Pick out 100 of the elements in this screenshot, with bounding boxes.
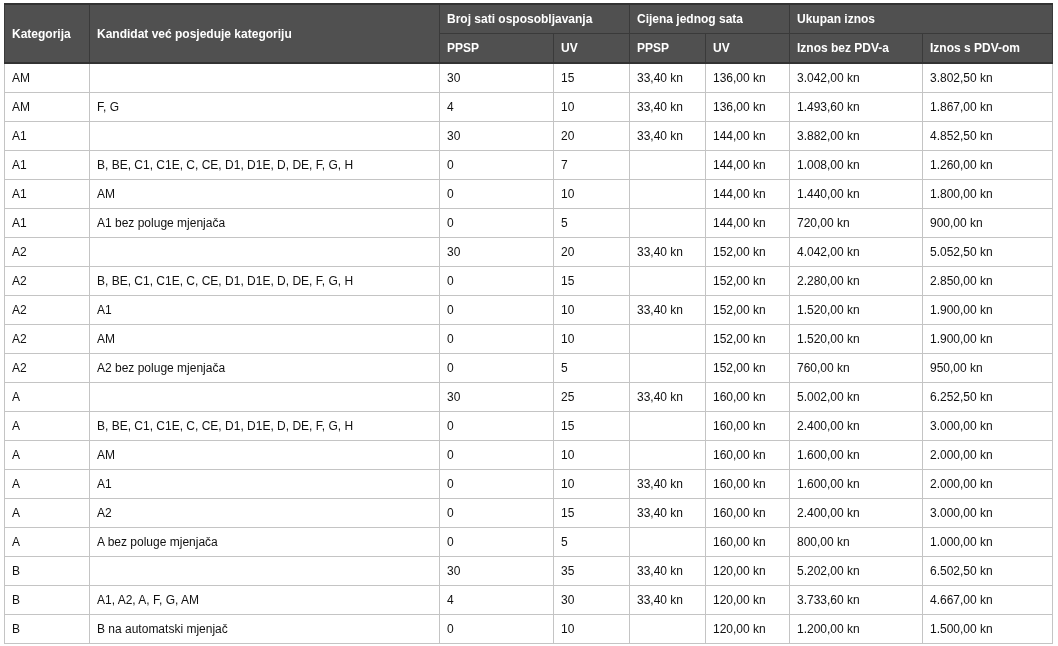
table-cell: 2.000,00 kn (922, 469, 1053, 499)
table-cell: 33,40 kn (629, 498, 706, 528)
table-cell: 33,40 kn (629, 585, 706, 615)
table-cell: 144,00 kn (705, 121, 790, 151)
table-cell: 10 (553, 440, 630, 470)
table-cell: 4.852,50 kn (922, 121, 1053, 151)
column-header: UV (553, 33, 630, 63)
table-cell: A (4, 498, 90, 528)
table-cell: 0 (439, 469, 554, 499)
table-cell: 4.042,00 kn (789, 237, 923, 267)
table-cell: B, BE, C1, C1E, C, CE, D1, D1E, D, DE, F, G, H (89, 411, 440, 441)
table-cell: 5 (553, 208, 630, 238)
table-cell: 1.500,00 kn (922, 614, 1053, 644)
table-cell: 1.900,00 kn (922, 324, 1053, 354)
table-cell: A1 bez poluge mjenjača (89, 208, 440, 238)
table-cell: 0 (439, 440, 554, 470)
table-cell: AM (4, 63, 90, 93)
table-cell: 2.850,00 kn (922, 266, 1053, 296)
table-cell: 1.260,00 kn (922, 150, 1053, 180)
table-cell: 10 (553, 614, 630, 644)
table-cell: 0 (439, 266, 554, 296)
table-cell: 3.000,00 kn (922, 411, 1053, 441)
column-header: PPSP (629, 33, 706, 63)
column-header: Iznos s PDV-om (922, 33, 1053, 63)
table-cell: A (4, 382, 90, 412)
table-cell: 5 (553, 353, 630, 383)
table-cell: 120,00 kn (705, 585, 790, 615)
table-cell: 144,00 kn (705, 150, 790, 180)
table-cell: 1.520,00 kn (789, 324, 923, 354)
table-cell: 120,00 kn (705, 556, 790, 586)
table-cell: B (4, 614, 90, 644)
table-cell: 5 (553, 527, 630, 557)
table-cell: A2 (4, 237, 90, 267)
table-cell: 136,00 kn (705, 63, 790, 93)
table-cell: 20 (553, 121, 630, 151)
table-cell: 0 (439, 527, 554, 557)
table-cell: A (4, 411, 90, 441)
table-cell: 160,00 kn (705, 469, 790, 499)
table-cell: 35 (553, 556, 630, 586)
table-cell: 1.600,00 kn (789, 469, 923, 499)
table-cell: A1 (4, 208, 90, 238)
table-cell: 800,00 kn (789, 527, 923, 557)
table-cell: 1.800,00 kn (922, 179, 1053, 209)
table-cell: 33,40 kn (629, 382, 706, 412)
table-cell: 30 (439, 121, 554, 151)
table-cell: 30 (439, 237, 554, 267)
table-cell: 160,00 kn (705, 498, 790, 528)
table-cell: 5.202,00 kn (789, 556, 923, 586)
table-cell: 6.502,50 kn (922, 556, 1053, 586)
table-cell: 120,00 kn (705, 614, 790, 644)
table-cell: 0 (439, 614, 554, 644)
table-cell: 10 (553, 469, 630, 499)
table-cell: A (4, 469, 90, 499)
table-cell: A2 (4, 353, 90, 383)
table-cell: 3.802,50 kn (922, 63, 1053, 93)
table-cell: 3.733,60 kn (789, 585, 923, 615)
table-cell: 33,40 kn (629, 121, 706, 151)
table-cell: 10 (553, 324, 630, 354)
table-cell: 4 (439, 92, 554, 122)
table-cell: 30 (439, 556, 554, 586)
table-cell: 5.002,00 kn (789, 382, 923, 412)
table-cell: 160,00 kn (705, 440, 790, 470)
table-cell: 0 (439, 150, 554, 180)
table-cell: 152,00 kn (705, 353, 790, 383)
table-cell: 2.280,00 kn (789, 266, 923, 296)
column-group-header: Ukupan iznos (789, 4, 1053, 34)
column-header: UV (705, 33, 790, 63)
column-header: Kategorija (4, 4, 90, 63)
table-cell: AM (89, 179, 440, 209)
table-cell: 30 (553, 585, 630, 615)
table-cell: 152,00 kn (705, 324, 790, 354)
table-cell: 25 (553, 382, 630, 412)
table-cell: 2.000,00 kn (922, 440, 1053, 470)
table-cell: A2 (89, 498, 440, 528)
table-cell: 1.900,00 kn (922, 295, 1053, 325)
table-cell: 15 (553, 266, 630, 296)
table-cell: A2 bez poluge mjenjača (89, 353, 440, 383)
column-group-header: Broj sati osposobljavanja (439, 4, 630, 34)
table-cell: 0 (439, 324, 554, 354)
table-cell: 0 (439, 411, 554, 441)
table-cell: AM (89, 324, 440, 354)
table-cell: A1 (4, 150, 90, 180)
table-cell: 1.000,00 kn (922, 527, 1053, 557)
table-cell: 3.042,00 kn (789, 63, 923, 93)
table-cell: 160,00 kn (705, 411, 790, 441)
table-cell: B, BE, C1, C1E, C, CE, D1, D1E, D, DE, F, G, H (89, 150, 440, 180)
table-cell: A1 (4, 121, 90, 151)
table-cell: A (4, 440, 90, 470)
table-cell: A1 (89, 469, 440, 499)
table-cell: 6.252,50 kn (922, 382, 1053, 412)
table-cell: 136,00 kn (705, 92, 790, 122)
table-cell: 1.600,00 kn (789, 440, 923, 470)
table-cell: 0 (439, 295, 554, 325)
table-cell: 3.882,00 kn (789, 121, 923, 151)
table-cell: 2.400,00 kn (789, 411, 923, 441)
table-cell: 10 (553, 92, 630, 122)
table-cell: 7 (553, 150, 630, 180)
table-cell: 3.000,00 kn (922, 498, 1053, 528)
table-cell: 15 (553, 498, 630, 528)
table-cell: 4.667,00 kn (922, 585, 1053, 615)
